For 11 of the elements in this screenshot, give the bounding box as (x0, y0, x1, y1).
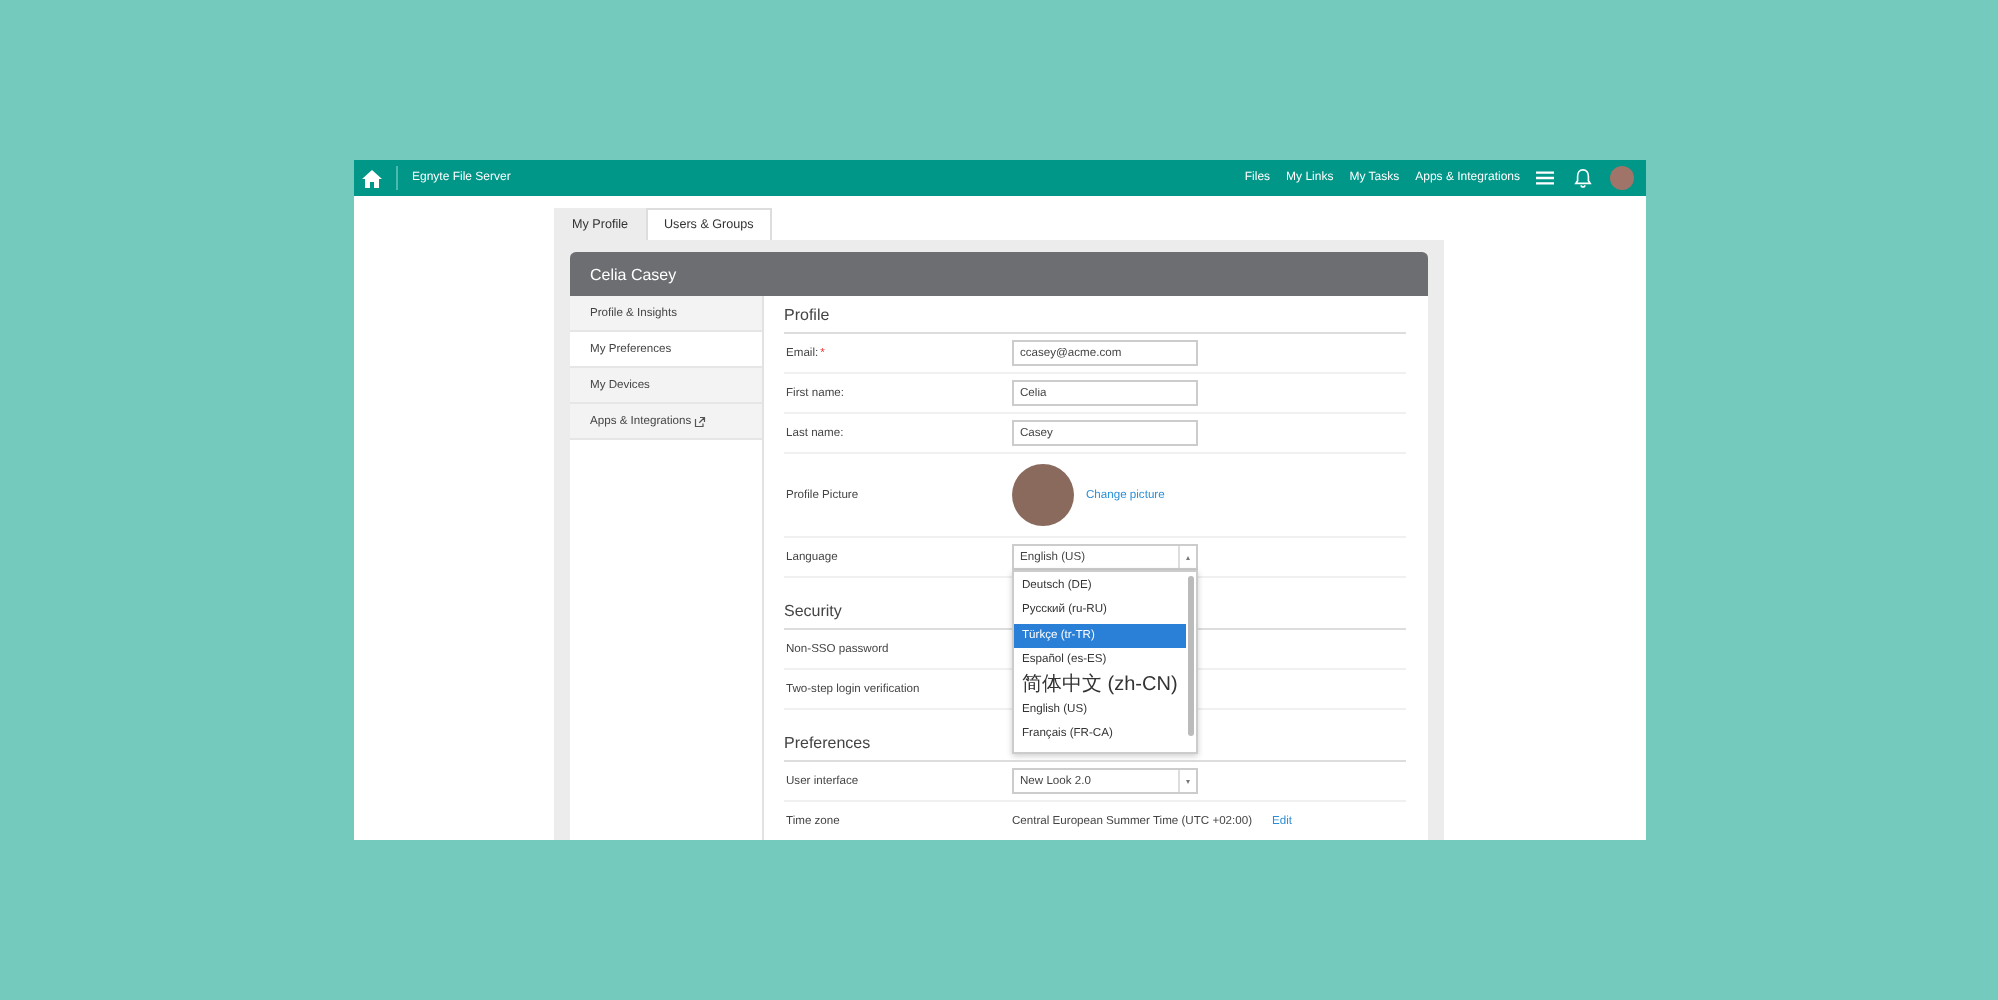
external-link-icon (693, 415, 706, 427)
caret-icon (1186, 779, 1190, 783)
profile-picture (1012, 464, 1074, 526)
dropdown-option[interactable]: 简体中文 (zh-CN) (1014, 672, 1186, 697)
section-heading: Profile (784, 296, 1406, 334)
scrollbar[interactable] (1188, 576, 1194, 736)
bell-icon[interactable] (1574, 168, 1592, 188)
profile-name: Celia Casey (590, 265, 677, 283)
caret-icon (1186, 555, 1190, 559)
menu-icon[interactable] (1536, 170, 1554, 186)
home-icon[interactable] (362, 169, 382, 187)
